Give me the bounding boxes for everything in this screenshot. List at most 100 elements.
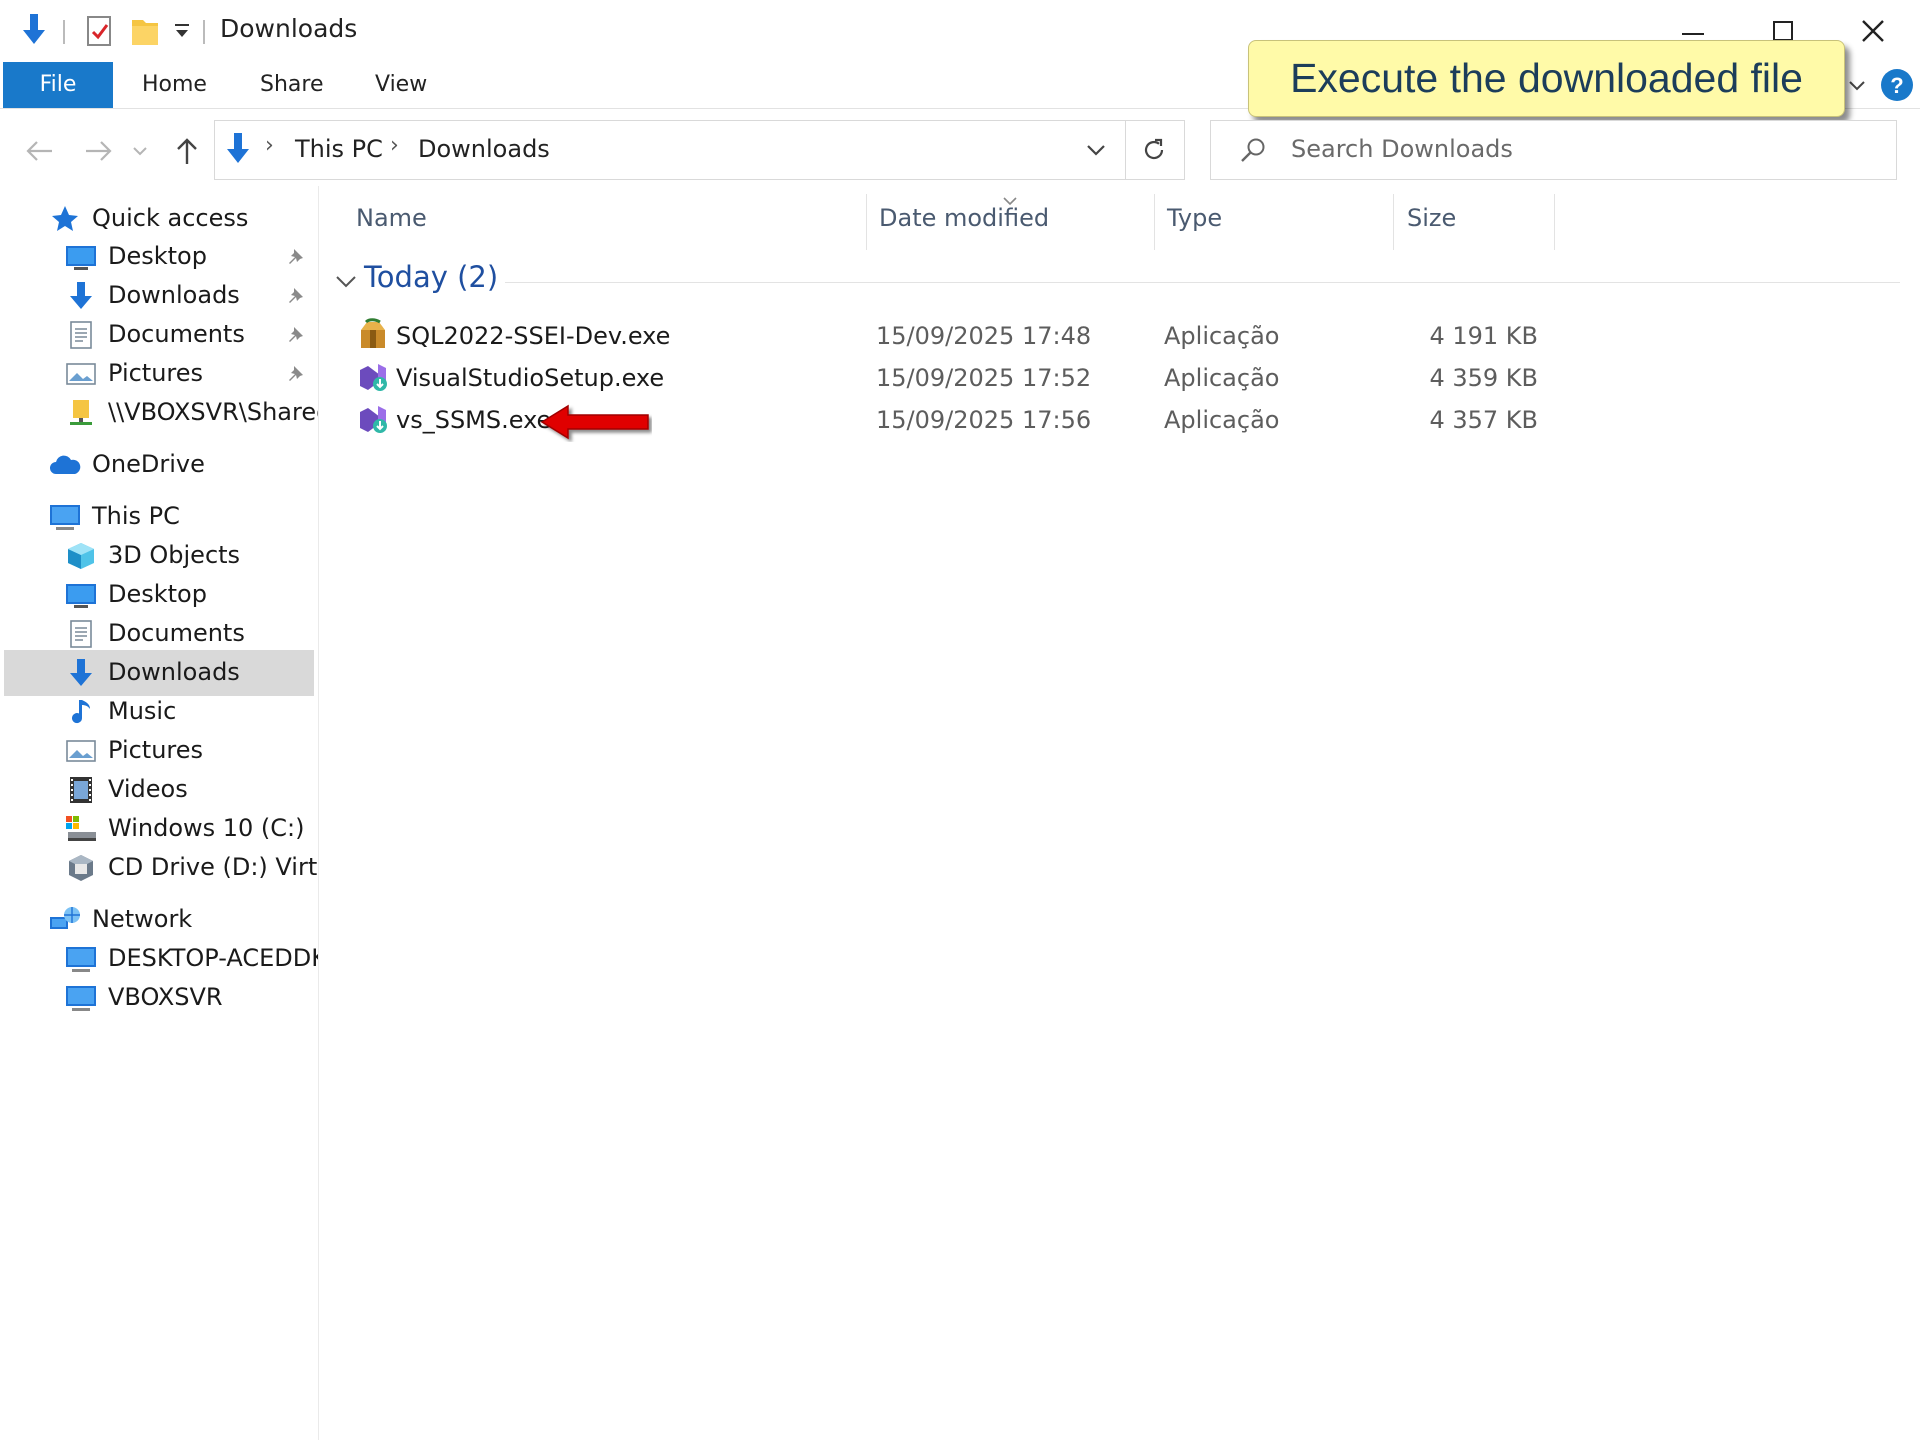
pictures-icon bbox=[64, 359, 98, 389]
pictures-icon bbox=[64, 736, 98, 766]
nav-item-label: Desktop bbox=[108, 242, 207, 270]
file-date-modified: 15/09/2025 17:52 bbox=[876, 364, 1092, 392]
column-divider bbox=[1393, 194, 1394, 250]
nav-item-label: Network bbox=[92, 905, 193, 933]
down-arrow-icon[interactable] bbox=[16, 12, 52, 48]
documents-icon bbox=[64, 320, 98, 350]
file-row[interactable]: SQL2022-SSEI-Dev.exe 15/09/2025 17:48 Apli… bbox=[320, 314, 1620, 356]
tab-home[interactable]: Home bbox=[142, 62, 207, 108]
file-name: VisualStudioSetup.exe bbox=[396, 364, 665, 392]
nav-item[interactable]: OneDrive bbox=[4, 442, 314, 488]
tab-share[interactable]: Share bbox=[260, 62, 324, 108]
nav-item-label: Pictures bbox=[108, 359, 204, 387]
nav-item-label: Downloads bbox=[108, 658, 240, 686]
breadcrumb-downloads[interactable]: Downloads bbox=[418, 135, 550, 163]
music-icon bbox=[64, 697, 98, 727]
star-icon bbox=[48, 204, 82, 234]
cloud-icon bbox=[48, 450, 82, 480]
desktop-icon bbox=[64, 580, 98, 610]
tutorial-callout: Execute the downloaded file bbox=[1248, 40, 1845, 117]
search-icon bbox=[1239, 136, 1267, 164]
pin-icon[interactable] bbox=[286, 324, 306, 344]
nav-item[interactable]: VBOXSVR bbox=[4, 975, 314, 1021]
nav-item-label: Desktop bbox=[108, 580, 207, 608]
group-collapse-icon[interactable] bbox=[334, 272, 358, 292]
address-row: › This PC › Downloads Search Downloads bbox=[0, 112, 1920, 186]
chevron-down-icon bbox=[1087, 145, 1105, 156]
address-history-dropdown[interactable] bbox=[1083, 139, 1109, 161]
customize-dropdown-icon[interactable] bbox=[172, 20, 192, 40]
file-date-modified: 15/09/2025 17:48 bbox=[876, 322, 1092, 350]
nav-item-label: 3D Objects bbox=[108, 541, 241, 569]
nav-item-label: CD Drive (D:) Virtua bbox=[108, 853, 318, 881]
computer-icon bbox=[48, 502, 82, 532]
tab-view[interactable]: View bbox=[375, 62, 427, 108]
pin-icon[interactable] bbox=[286, 285, 306, 305]
column-divider bbox=[1154, 194, 1155, 250]
navigation-pane: Quick access Desktop Downloads Documents Pic… bbox=[0, 186, 319, 1440]
file-name: vs_SSMS.exe bbox=[396, 406, 552, 434]
nav-item-label: Videos bbox=[108, 775, 188, 803]
visual-studio-icon bbox=[356, 402, 390, 436]
file-row[interactable]: VisualStudioSetup.exe 15/09/2025 17:52 Apl… bbox=[320, 356, 1620, 398]
nav-item-label: DESKTOP-ACEDDKF bbox=[108, 944, 319, 972]
help-icon[interactable]: ? bbox=[1880, 68, 1914, 102]
file-type: Aplicação bbox=[1164, 364, 1280, 392]
column-header-type[interactable]: Type bbox=[1167, 204, 1222, 232]
network-icon bbox=[48, 905, 82, 935]
file-size: 4 357 KB bbox=[1429, 406, 1538, 434]
svg-text:?: ? bbox=[1890, 73, 1903, 98]
search-input[interactable]: Search Downloads bbox=[1210, 120, 1897, 180]
new-folder-icon[interactable] bbox=[128, 14, 162, 48]
cube-icon bbox=[64, 541, 98, 571]
forward-button[interactable] bbox=[80, 132, 118, 170]
nav-item-label: Pictures bbox=[108, 736, 204, 764]
column-divider bbox=[866, 194, 867, 250]
nav-item-label: Windows 10 (C:) bbox=[108, 814, 305, 842]
file-list: Name Date modified Type Size Today (2) S… bbox=[320, 186, 1920, 1440]
recent-locations-button[interactable] bbox=[128, 132, 152, 170]
nav-item-label: Downloads bbox=[108, 281, 240, 309]
close-icon bbox=[1862, 20, 1884, 42]
tab-file[interactable]: File bbox=[3, 62, 113, 108]
search-placeholder: Search Downloads bbox=[1291, 135, 1513, 163]
breadcrumb-this-pc[interactable]: This PC bbox=[295, 135, 383, 163]
refresh-button[interactable] bbox=[1124, 120, 1185, 180]
computer-icon bbox=[64, 983, 98, 1013]
downloads-icon bbox=[64, 658, 98, 688]
group-divider bbox=[505, 282, 1900, 283]
pin-icon[interactable] bbox=[286, 363, 306, 383]
up-button[interactable] bbox=[168, 132, 206, 170]
nav-item-label: \\VBOXSVR\Shared_ bbox=[108, 398, 318, 426]
back-arrow-icon bbox=[26, 141, 52, 161]
file-type: Aplicação bbox=[1164, 322, 1280, 350]
column-header-date-modified[interactable]: Date modified bbox=[879, 204, 1049, 232]
nav-item-label: This PC bbox=[92, 502, 180, 530]
column-header-name[interactable]: Name bbox=[356, 204, 427, 232]
nav-item[interactable]: CD Drive (D:) Virtua bbox=[4, 845, 318, 891]
nav-item[interactable]: \\VBOXSVR\Shared_ bbox=[4, 390, 318, 436]
file-size: 4 191 KB bbox=[1429, 322, 1538, 350]
videos-icon bbox=[64, 775, 98, 805]
red-arrow-icon bbox=[540, 404, 649, 440]
properties-icon[interactable] bbox=[84, 14, 116, 48]
file-name: SQL2022-SSEI-Dev.exe bbox=[396, 322, 671, 350]
address-bar[interactable]: › This PC › Downloads bbox=[214, 120, 1126, 180]
network-drive-icon bbox=[64, 398, 98, 428]
refresh-icon bbox=[1144, 138, 1164, 160]
column-header-size[interactable]: Size bbox=[1407, 204, 1456, 232]
ribbon-expand-icon[interactable] bbox=[1846, 74, 1868, 96]
back-button[interactable] bbox=[20, 132, 58, 170]
sql-installer-icon bbox=[356, 318, 390, 352]
drive-icon bbox=[64, 814, 98, 844]
file-type: Aplicação bbox=[1164, 406, 1280, 434]
computer-icon bbox=[64, 944, 98, 974]
chevron-down-icon bbox=[133, 147, 147, 156]
pin-icon[interactable] bbox=[286, 246, 306, 266]
file-row[interactable]: vs_SSMS.exe 15/09/2025 17:56 Aplicação 4 35… bbox=[320, 398, 1620, 440]
column-divider bbox=[1554, 194, 1555, 250]
cd-drive-icon bbox=[64, 853, 98, 883]
group-header[interactable]: Today (2) bbox=[364, 260, 498, 294]
nav-item-label: VBOXSVR bbox=[108, 983, 223, 1011]
visual-studio-icon bbox=[356, 360, 390, 394]
